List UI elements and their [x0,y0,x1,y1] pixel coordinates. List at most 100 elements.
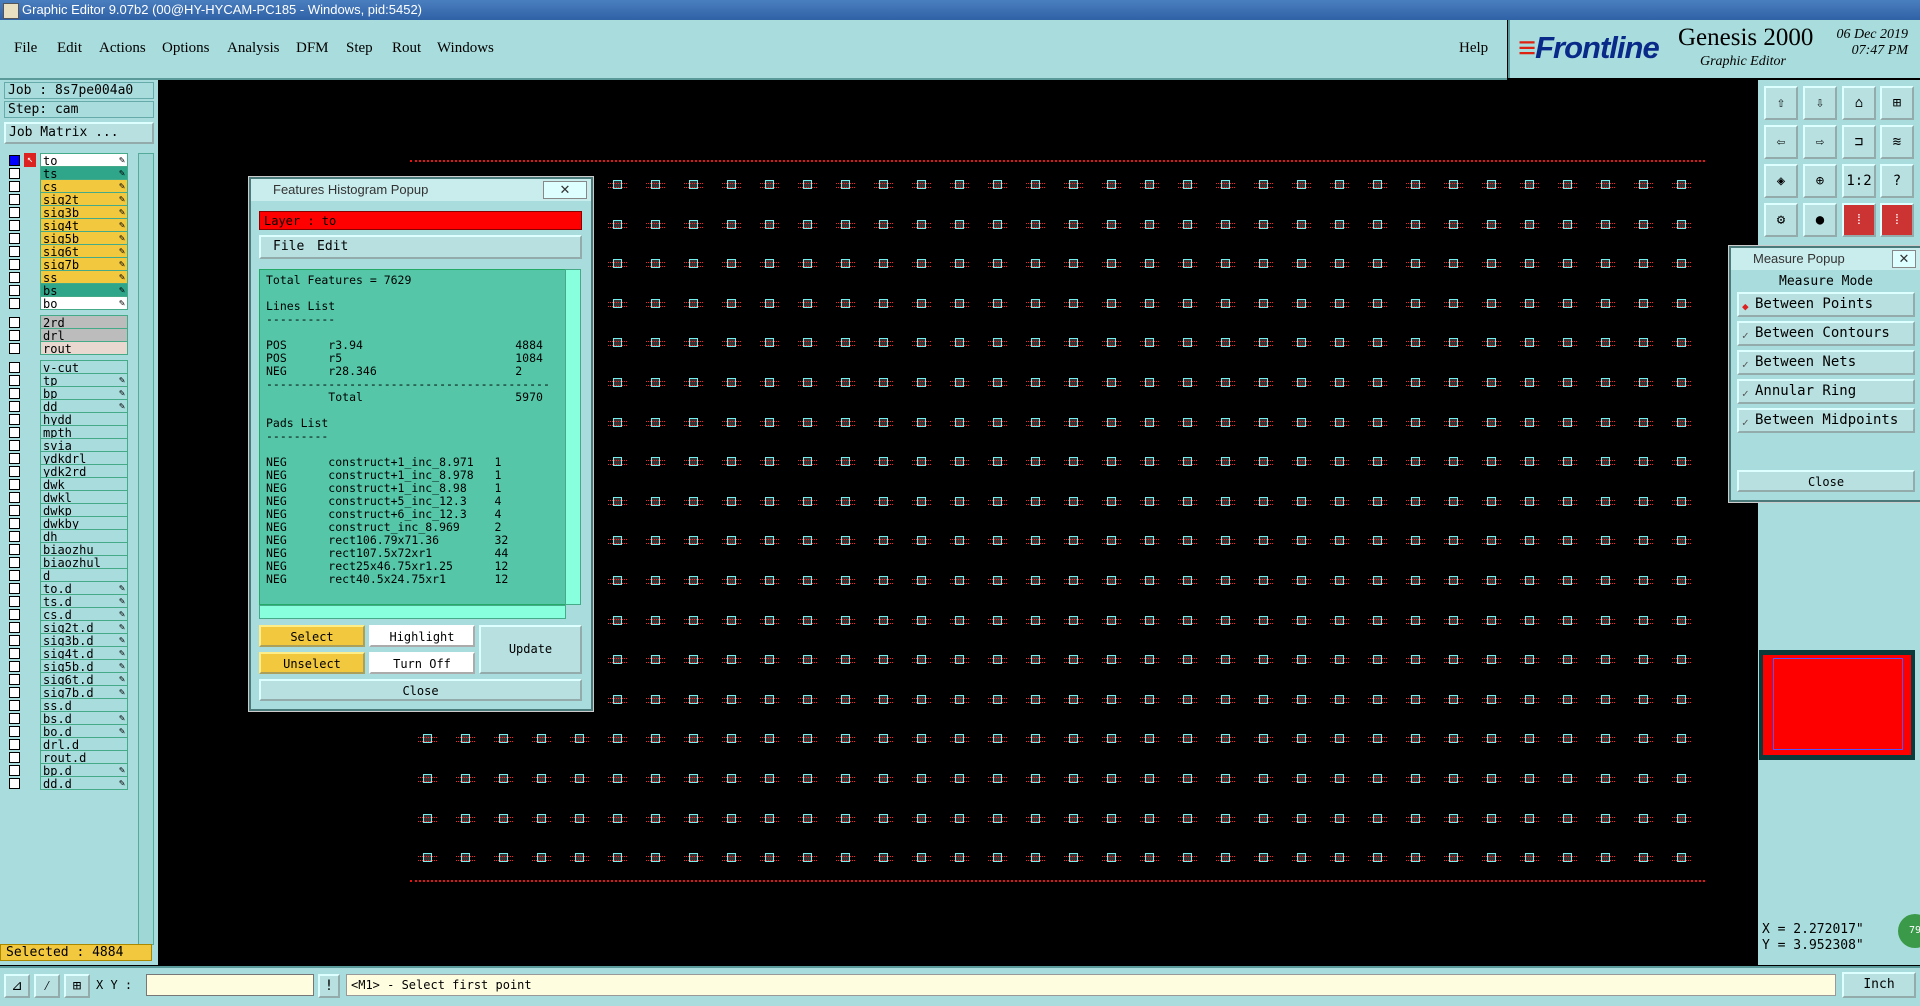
tool-icon-7[interactable]: ⊐ [1842,125,1876,159]
layer-name[interactable]: dd ✎ [40,399,128,414]
layer-row-ts.d[interactable]: ts.d ✎ [6,594,128,609]
layer-row-sig6t[interactable]: sig6t ✎ [6,244,128,259]
layer-name[interactable]: drl.d [40,737,128,752]
layer-list-scrollbar[interactable] [138,153,154,945]
layer-row-sig7b.d[interactable]: sig7b.d ✎ [6,685,128,700]
layer-name[interactable]: sig7b ✎ [40,257,128,272]
tool-icon-5[interactable]: ⇦ [1764,125,1798,159]
layer-checkbox[interactable] [9,343,20,354]
layer-name[interactable]: cs ✎ [40,179,128,194]
layer-checkbox[interactable] [9,285,20,296]
xy-input[interactable] [146,974,314,996]
layer-name[interactable]: sig5b ✎ [40,231,128,246]
layer-row-drl.d[interactable]: drl.d [6,737,128,752]
layer-row-rout.d[interactable]: rout.d [6,750,128,765]
layer-checkbox[interactable] [9,246,20,257]
layer-name[interactable]: ts.d ✎ [40,594,128,609]
layer-checkbox[interactable] [9,583,20,594]
layer-row-dd.d[interactable]: dd.d ✎ [6,776,128,791]
layer-checkbox[interactable] [9,518,20,529]
layer-row-hydd[interactable]: hydd [6,412,128,427]
layer-row-bs[interactable]: bs ✎ [6,283,128,298]
layer-name[interactable]: sig3b ✎ [40,205,128,220]
select-button[interactable]: Select [259,625,365,647]
menu-dfm[interactable]: DFM [296,40,329,57]
layer-checkbox[interactable] [9,194,20,205]
layer-row-dwk[interactable]: dwk [6,477,128,492]
tool-icon-1[interactable]: ⇧ [1764,86,1798,120]
histogram-menu-edit[interactable]: Edit [317,237,348,257]
layer-name[interactable]: d [40,568,128,583]
layer-name[interactable]: hydd [40,412,128,427]
layer-checkbox[interactable] [9,272,20,283]
layer-row-ss[interactable]: ss ✎ [6,270,128,285]
layer-row-biaozhul[interactable]: biaozhul [6,555,128,570]
overview-minimap[interactable] [1759,650,1915,760]
layer-name[interactable]: tp ✎ [40,373,128,388]
layer-name[interactable]: rout [40,341,128,356]
layer-checkbox[interactable] [9,168,20,179]
layer-checkbox[interactable] [9,298,20,309]
layer-checkbox[interactable] [9,440,20,451]
layer-row-dwkl[interactable]: dwkl [6,490,128,505]
layer-row-sig2t[interactable]: sig2t ✎ [6,192,128,207]
grid-snap-icon[interactable]: ⊞ [64,974,90,998]
layer-name[interactable]: sig6t.d ✎ [40,672,128,687]
layer-name[interactable]: sig4t.d ✎ [40,646,128,661]
unselect-button[interactable]: Unselect [259,652,365,674]
layer-checkbox[interactable] [9,233,20,244]
layer-row-sig5b.d[interactable]: sig5b.d ✎ [6,659,128,674]
layer-checkbox[interactable] [9,505,20,516]
layer-row-2rd[interactable]: 2rd [6,315,128,330]
layer-row-mpth[interactable]: mpth [6,425,128,440]
layer-row-ydkdrl[interactable]: ydkdrl [6,451,128,466]
line-tool-icon[interactable]: ⁄ [34,974,60,998]
layer-checkbox[interactable] [9,661,20,672]
layer-name[interactable]: dd.d ✎ [40,776,128,791]
menu-actions[interactable]: Actions [99,40,146,57]
layer-checkbox[interactable] [9,622,20,633]
layer-row-sig3b.d[interactable]: sig3b.d ✎ [6,633,128,648]
layer-row-sig6t.d[interactable]: sig6t.d ✎ [6,672,128,687]
home-icon[interactable]: ⌂ [1842,86,1876,120]
measure-mode-between-nets[interactable]: ✓ Between Nets [1737,350,1915,375]
draw-tool-icon[interactable]: ⊿ [4,974,30,998]
layer-row-bo[interactable]: bo ✎ [6,296,128,311]
layer-name[interactable]: v-cut [40,360,128,375]
layer-checkbox[interactable] [9,557,20,568]
layer-row-to[interactable]: ↖ to ✎ [6,153,128,168]
layer-checkbox[interactable] [9,375,20,386]
layer-checkbox[interactable] [9,155,20,166]
layer-row-rout[interactable]: rout [6,341,128,356]
layer-row-ss.d[interactable]: ss.d [6,698,128,713]
layer-checkbox[interactable] [9,570,20,581]
layer-row-sig2t.d[interactable]: sig2t.d ✎ [6,620,128,635]
layer-row-tp[interactable]: tp ✎ [6,373,128,388]
alert-icon[interactable]: ! [318,974,340,998]
layer-row-bp[interactable]: bp ✎ [6,386,128,401]
highlight-button[interactable]: Highlight [369,625,475,647]
layer-name[interactable]: ss ✎ [40,270,128,285]
layer-row-bo.d[interactable]: bo.d ✎ [6,724,128,739]
layer-row-dwkp[interactable]: dwkp [6,503,128,518]
layer-row-sig4t[interactable]: sig4t ✎ [6,218,128,233]
layer-checkbox[interactable] [9,531,20,542]
grid-icon[interactable]: ⊞ [1880,86,1914,120]
layer-checkbox[interactable] [9,181,20,192]
menu-edit[interactable]: Edit [57,40,82,57]
measure-mode-between-points[interactable]: ◆ Between Points [1737,292,1915,317]
layer-row-sig4t.d[interactable]: sig4t.d ✎ [6,646,128,661]
layer-row-sig7b[interactable]: sig7b ✎ [6,257,128,272]
histogram-hscroll[interactable] [259,605,566,619]
layer-checkbox[interactable] [9,220,20,231]
menu-options[interactable]: Options [162,40,210,57]
tool-icon-16[interactable]: ⁞ [1880,203,1914,237]
layer-row-cs[interactable]: cs ✎ [6,179,128,194]
layer-name[interactable]: cs.d ✎ [40,607,128,622]
zoom-icon[interactable]: ⊕ [1803,164,1837,198]
menu-step[interactable]: Step [346,40,373,57]
menu-help[interactable]: Help [1459,40,1488,57]
layer-name[interactable]: to ✎ [40,153,128,168]
layer-row-bs.d[interactable]: bs.d ✎ [6,711,128,726]
layer-row-d[interactable]: d [6,568,128,583]
